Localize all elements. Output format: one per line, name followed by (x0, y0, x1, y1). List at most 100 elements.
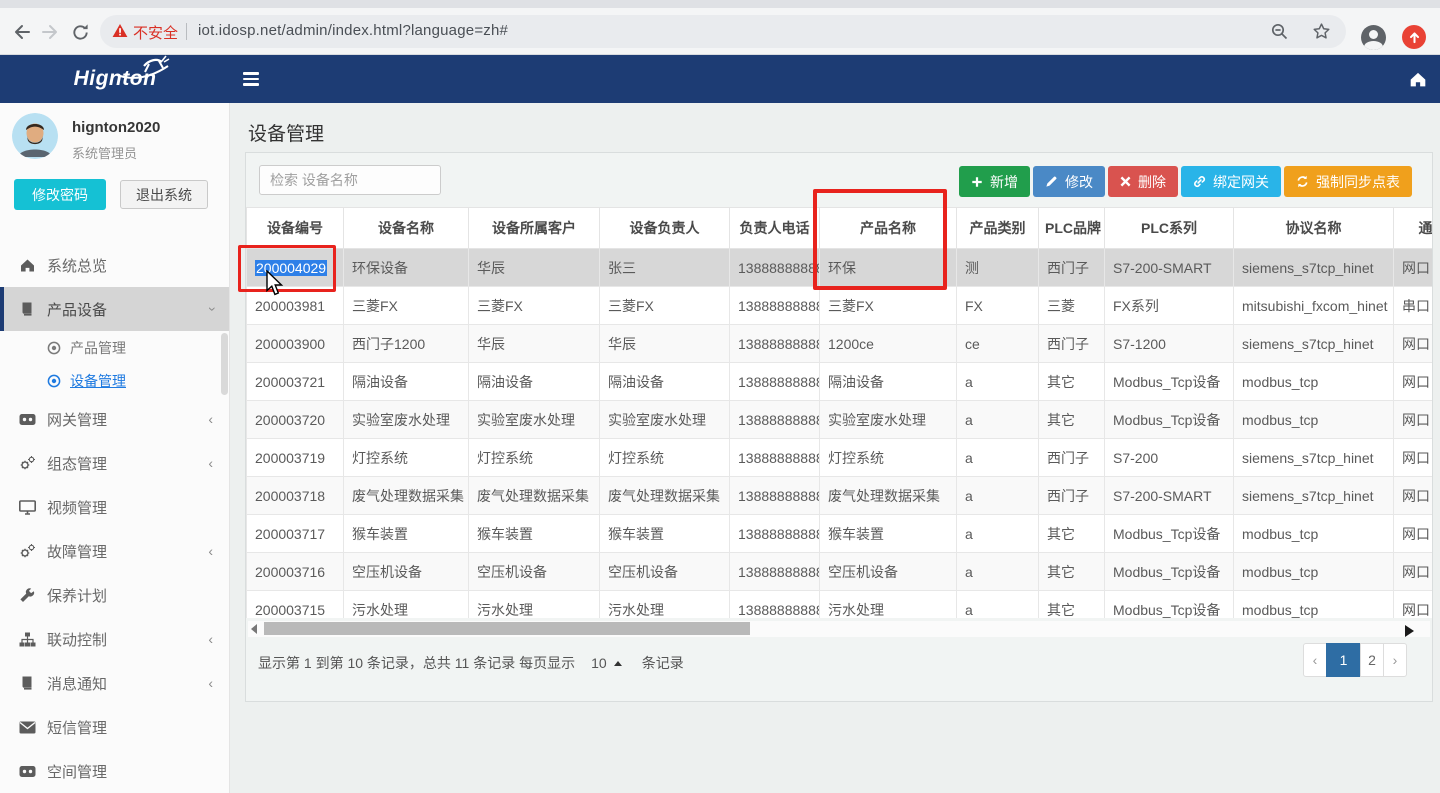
table-cell[interactable]: 13888888888 (730, 249, 820, 287)
pager-next[interactable]: › (1383, 643, 1407, 677)
table-cell[interactable]: a (957, 515, 1039, 553)
table-cell[interactable]: 空压机设备 (344, 553, 469, 591)
sidebar-item-video[interactable]: 视频管理 (0, 485, 229, 529)
table-cell[interactable]: 200003900 (247, 325, 344, 363)
page-size-select[interactable]: 10 (591, 655, 622, 671)
table-cell[interactable]: 华辰 (469, 325, 600, 363)
table-cell[interactable]: a (957, 477, 1039, 515)
table-cell[interactable]: 网口 (1394, 249, 1433, 287)
table-cell[interactable]: 猴车装置 (469, 515, 600, 553)
address-bar[interactable]: 不安全 iot.idosp.net/admin/index.html?langu… (100, 15, 1346, 48)
table-cell[interactable]: 华辰 (600, 325, 730, 363)
table-row[interactable]: 200003900西门子1200华辰华辰138888888881200cece西… (247, 325, 1433, 363)
table-cell[interactable]: ce (957, 325, 1039, 363)
pager-page-2[interactable]: 2 (1360, 643, 1384, 677)
table-cell[interactable]: 测 (957, 249, 1039, 287)
table-cell[interactable]: 13888888888 (730, 477, 820, 515)
url-text[interactable]: iot.idosp.net/admin/index.html?language=… (198, 22, 508, 39)
table-cell[interactable]: 灯控系统 (469, 439, 600, 477)
table-cell[interactable]: S7-200 (1105, 439, 1234, 477)
table-row[interactable]: 200003718废气处理数据采集废气处理数据采集废气处理数据采集1388888… (247, 477, 1433, 515)
table-cell[interactable]: siemens_s7tcp_hinet (1234, 325, 1394, 363)
table-cell[interactable]: S7-1200 (1105, 325, 1234, 363)
table-cell[interactable]: 废气处理数据采集 (344, 477, 469, 515)
table-cell[interactable]: 灯控系统 (820, 439, 957, 477)
table-cell[interactable]: 废气处理数据采集 (469, 477, 600, 515)
force-sync-button[interactable]: 强制同步点表 (1284, 166, 1412, 197)
table-cell[interactable]: 三菱FX (344, 287, 469, 325)
table-cell[interactable]: 网口 (1394, 477, 1433, 515)
table-cell[interactable]: 200003716 (247, 553, 344, 591)
table-cell[interactable]: 西门子 (1039, 439, 1105, 477)
table-cell[interactable]: 三菱FX (600, 287, 730, 325)
table-cell[interactable]: 13888888888 (730, 363, 820, 401)
sidebar-item-fault[interactable]: 故障管理 ‹ (0, 529, 229, 573)
table-cell[interactable]: 网口 (1394, 363, 1433, 401)
table-cell[interactable]: 隔油设备 (600, 363, 730, 401)
reload-icon[interactable] (69, 21, 91, 43)
sidebar-item-maintenance[interactable]: 保养计划 (0, 573, 229, 617)
table-row[interactable]: 200003981三菱FX三菱FX三菱FX13888888888三菱FXFX三菱… (247, 287, 1433, 325)
table-cell[interactable]: modbus_tcp (1234, 515, 1394, 553)
bind-gateway-button[interactable]: 绑定网关 (1181, 166, 1281, 197)
table-cell[interactable]: 西门子 (1039, 477, 1105, 515)
table-cell[interactable]: 猴车装置 (600, 515, 730, 553)
edit-button[interactable]: 修改 (1033, 166, 1105, 197)
table-cell[interactable]: 200003718 (247, 477, 344, 515)
scroll-left-icon[interactable] (251, 624, 257, 634)
table-cell[interactable]: 华辰 (469, 249, 600, 287)
table-cell[interactable]: 200003717 (247, 515, 344, 553)
table-cell[interactable]: 空压机设备 (469, 553, 600, 591)
table-cell[interactable]: 隔油设备 (469, 363, 600, 401)
column-header[interactable]: 产品类别 (957, 208, 1039, 249)
table-cell[interactable]: 网口 (1394, 591, 1433, 619)
table-cell[interactable]: 200004029 (247, 249, 344, 287)
table-row[interactable]: 200003719灯控系统灯控系统灯控系统13888888888灯控系统a西门子… (247, 439, 1433, 477)
table-cell[interactable]: siemens_s7tcp_hinet (1234, 439, 1394, 477)
table-cell[interactable]: 网口 (1394, 325, 1433, 363)
sidebar-item-linkage-control[interactable]: 联动控制 ‹ (0, 617, 229, 661)
table-cell[interactable]: a (957, 591, 1039, 619)
table-cell[interactable]: a (957, 401, 1039, 439)
forward-arrow-icon[interactable] (40, 21, 62, 43)
column-header[interactable]: 设备所属客户 (469, 208, 600, 249)
table-cell[interactable]: 废气处理数据采集 (600, 477, 730, 515)
table-cell[interactable]: 13888888888 (730, 515, 820, 553)
sidebar-item-system-overview[interactable]: 系统总览 (0, 243, 229, 287)
sidebar-item-message-notify[interactable]: 消息通知 ‹ (0, 661, 229, 705)
table-cell[interactable]: 环保 (820, 249, 957, 287)
table-cell[interactable]: 灯控系统 (600, 439, 730, 477)
sidebar-item-product-device[interactable]: 产品设备 ‹ (0, 287, 229, 331)
ssl-warning-icon[interactable] (112, 23, 128, 38)
browser-update-icon[interactable] (1402, 25, 1426, 49)
table-cell[interactable]: 隔油设备 (820, 363, 957, 401)
table-cell[interactable]: 实验室废水处理 (820, 401, 957, 439)
table-row[interactable]: 200004029环保设备华辰张三13888888888环保测西门子S7-200… (247, 249, 1433, 287)
table-cell[interactable]: 西门子 (1039, 249, 1105, 287)
table-cell[interactable]: 1200ce (820, 325, 957, 363)
scroll-right-icon[interactable] (1405, 625, 1414, 637)
table-cell[interactable]: 其它 (1039, 515, 1105, 553)
table-cell[interactable]: 实验室废水处理 (344, 401, 469, 439)
table-cell[interactable]: 网口 (1394, 553, 1433, 591)
table-cell[interactable]: 13888888888 (730, 439, 820, 477)
column-header[interactable]: 负责人电话 (730, 208, 820, 249)
pager-page-1[interactable]: 1 (1326, 643, 1361, 677)
table-cell[interactable]: 其它 (1039, 401, 1105, 439)
table-cell[interactable]: 13888888888 (730, 287, 820, 325)
table-cell[interactable]: 灯控系统 (344, 439, 469, 477)
table-cell[interactable]: 污水处理 (344, 591, 469, 619)
table-cell[interactable]: Modbus_Tcp设备 (1105, 591, 1234, 619)
table-row[interactable]: 200003717猴车装置猴车装置猴车装置13888888888猴车装置a其它M… (247, 515, 1433, 553)
selected-device-id[interactable]: 200004029 (255, 260, 327, 276)
table-cell[interactable]: 网口 (1394, 515, 1433, 553)
bookmark-star-icon[interactable] (1310, 20, 1332, 42)
table-cell[interactable]: mitsubishi_fxcom_hinet (1234, 287, 1394, 325)
table-cell[interactable]: 网口 (1394, 439, 1433, 477)
table-row[interactable]: 200003721隔油设备隔油设备隔油设备13888888888隔油设备a其它M… (247, 363, 1433, 401)
table-cell[interactable]: modbus_tcp (1234, 591, 1394, 619)
table-cell[interactable]: modbus_tcp (1234, 553, 1394, 591)
sidebar-item-configuration[interactable]: 组态管理 ‹ (0, 441, 229, 485)
table-cell[interactable]: 三菱FX (469, 287, 600, 325)
table-row[interactable]: 200003716空压机设备空压机设备空压机设备13888888888空压机设备… (247, 553, 1433, 591)
